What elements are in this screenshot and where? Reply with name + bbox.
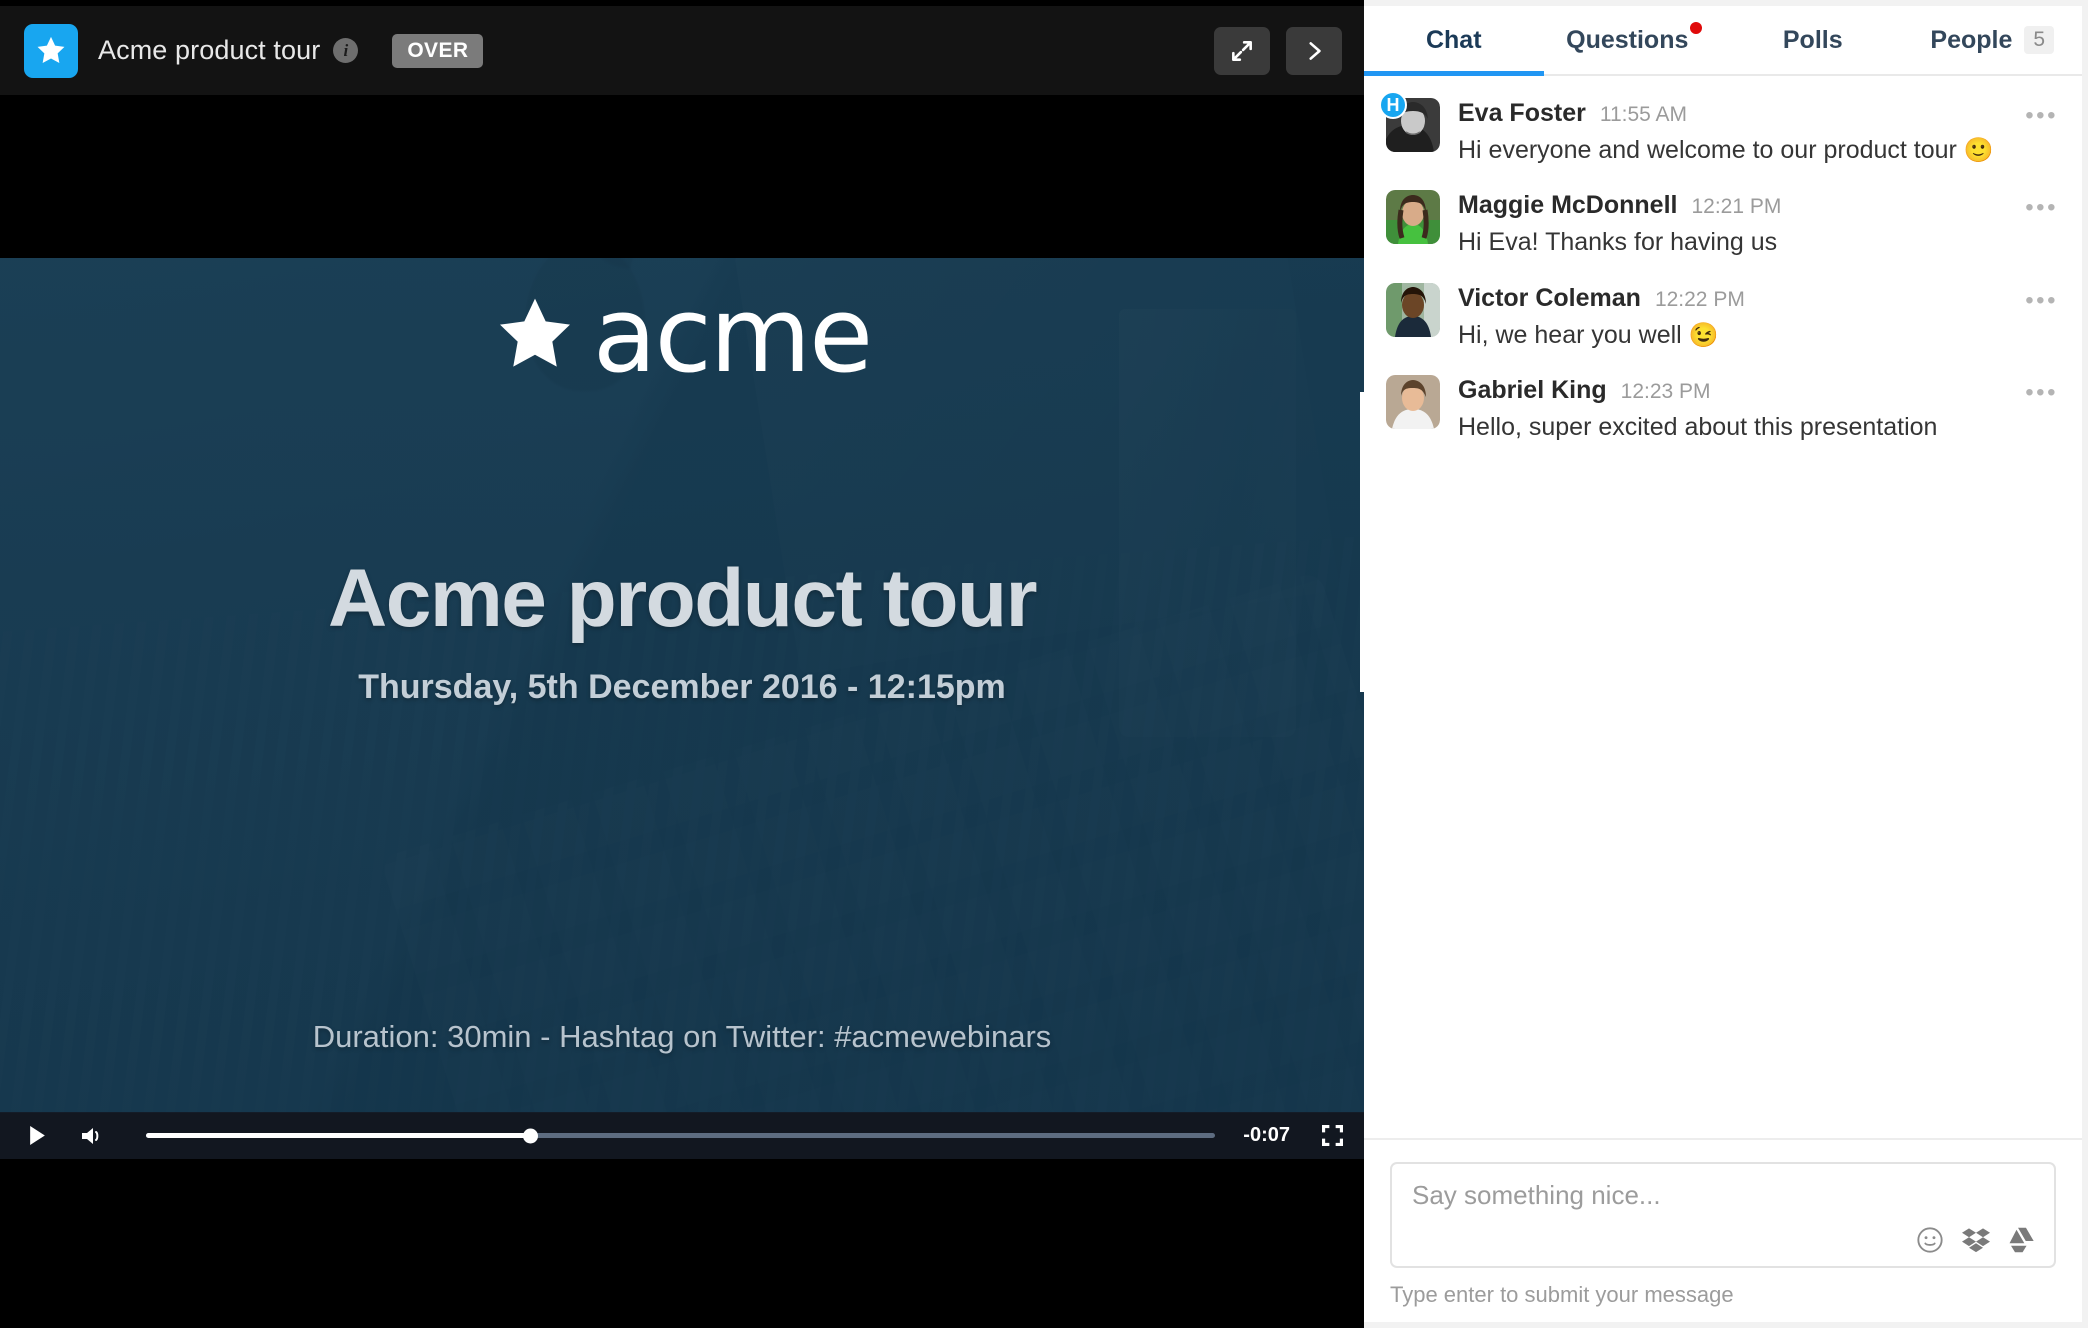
avatar: [1386, 374, 1440, 429]
progress-handle[interactable]: [523, 1128, 539, 1143]
progress-fill: [146, 1133, 531, 1138]
avatar: [1386, 190, 1440, 245]
message-options-icon[interactable]: •••: [2025, 104, 2058, 128]
slide-subtitle: Thursday, 5th December 2016 - 12:15pm: [358, 668, 1006, 706]
message-emoji: 😉: [1688, 321, 1719, 349]
side-panel: Chat Questions Polls People 5 H Eva Fost…: [1364, 6, 2082, 1322]
composer[interactable]: [1390, 1162, 2056, 1268]
presentation-slide[interactable]: acme Acme product tour Thursday, 5th Dec…: [0, 258, 1364, 1113]
tab-people-label: People: [1930, 25, 2013, 54]
message-body: Victor Coleman 12:22 PM Hi, we hear you …: [1458, 283, 2056, 351]
tab-polls-label: Polls: [1782, 25, 1843, 54]
play-icon: [29, 1126, 45, 1145]
message-input[interactable]: [1412, 1180, 2034, 1211]
player-controls: -0:07: [0, 1112, 1364, 1159]
avatar-wrap: [1386, 282, 1440, 351]
chat-message: Gabriel King 12:23 PM Hello, super excit…: [1364, 363, 2082, 455]
message-text-content: Hi Eva! Thanks for having us: [1458, 228, 1778, 257]
chevron-right-icon: [1309, 41, 1321, 60]
progress-bar[interactable]: [146, 1128, 1216, 1143]
info-icon[interactable]: i: [333, 38, 359, 63]
message-header: Victor Coleman 12:22 PM: [1458, 284, 2056, 313]
volume-icon: [82, 1127, 99, 1144]
video-stage: Acme product tour i OVER acme Acme produ…: [0, 0, 1364, 1328]
message-text: Hello, super excited about this presenta…: [1458, 412, 2056, 443]
chat-message-list[interactable]: H Eva Foster 11:55 AM Hi everyone and we…: [1364, 76, 2082, 1138]
message-options-icon[interactable]: •••: [2025, 196, 2058, 220]
slide-logo: acme: [493, 274, 873, 396]
dropbox-icon[interactable]: [1962, 1226, 1990, 1254]
star-icon: [24, 23, 78, 78]
status-badge: OVER: [392, 33, 484, 68]
message-header: Maggie McDonnell 12:21 PM: [1458, 191, 2056, 220]
message-author: Maggie McDonnell: [1458, 191, 1678, 220]
composer-icons: [1916, 1226, 2036, 1254]
chat-message: H Eva Foster 11:55 AM Hi everyone and we…: [1364, 86, 2082, 178]
google-drive-icon[interactable]: [2008, 1226, 2036, 1254]
unread-dot-icon: [1690, 22, 1703, 34]
fullscreen-icon: [1321, 1125, 1343, 1146]
message-text: Hi everyone and welcome to our product t…: [1458, 135, 2056, 166]
chat-message: Maggie McDonnell 12:21 PM Hi Eva! Thanks…: [1364, 178, 2082, 270]
message-body: Gabriel King 12:23 PM Hello, super excit…: [1458, 375, 2056, 443]
expand-icon: [1232, 40, 1252, 61]
message-author: Eva Foster: [1458, 99, 1586, 127]
composer-area: Type enter to submit your message: [1364, 1138, 2082, 1322]
message-text-content: Hello, super excited about this presenta…: [1458, 412, 1938, 441]
message-text: Hi Eva! Thanks for having us: [1458, 227, 2056, 258]
message-time: 12:22 PM: [1654, 287, 1745, 311]
panel-tabs: Chat Questions Polls People 5: [1364, 6, 2082, 76]
message-time: 12:21 PM: [1691, 195, 1782, 219]
message-time: 11:55 AM: [1599, 103, 1688, 126]
message-header: Gabriel King 12:23 PM: [1458, 376, 2056, 405]
webinar-app: Acme product tour i OVER acme Acme produ…: [0, 0, 2088, 1328]
message-text: Hi, we hear you well 😉: [1458, 320, 2056, 351]
video-scrollbar[interactable]: [1360, 392, 1364, 692]
message-body: Eva Foster 11:55 AM Hi everyone and welc…: [1458, 98, 2056, 166]
avatar: [1386, 282, 1440, 337]
fullscreen-button[interactable]: [1318, 1125, 1346, 1146]
letterbox-top: [0, 95, 1364, 258]
emoji-icon[interactable]: [1916, 1226, 1944, 1254]
next-slide-button[interactable]: [1286, 26, 1342, 75]
tab-polls[interactable]: Polls: [1723, 6, 1903, 74]
chat-message: Victor Coleman 12:22 PM Hi, we hear you …: [1364, 271, 2082, 363]
message-time: 12:23 PM: [1620, 379, 1711, 403]
play-button[interactable]: [20, 1125, 54, 1146]
avatar-wrap: [1386, 190, 1440, 258]
tab-chat[interactable]: Chat: [1364, 6, 1544, 76]
tab-questions[interactable]: Questions: [1544, 6, 1724, 74]
slide-logo-word: acme: [592, 274, 873, 396]
avatar-wrap: [1386, 374, 1440, 443]
message-emoji: 🙂: [1963, 137, 1994, 164]
webinar-title: Acme product tour: [98, 35, 321, 65]
message-options-icon[interactable]: •••: [2025, 288, 2058, 313]
message-author: Victor Coleman: [1458, 283, 1641, 312]
webinar-header: Acme product tour i OVER: [0, 6, 1364, 95]
time-remaining: -0:07: [1243, 1124, 1290, 1146]
message-text-content: Hi, we hear you well: [1458, 320, 1689, 349]
slide-title: Acme product tour: [328, 553, 1037, 644]
message-author: Gabriel King: [1458, 375, 1607, 404]
star-icon: [499, 298, 570, 367]
tab-people[interactable]: People 5: [1903, 6, 2083, 74]
tab-chat-label: Chat: [1425, 25, 1482, 54]
message-body: Maggie McDonnell 12:21 PM Hi Eva! Thanks…: [1458, 190, 2056, 258]
people-count-badge: 5: [2024, 26, 2055, 54]
message-options-icon[interactable]: •••: [2025, 380, 2058, 405]
volume-button[interactable]: [74, 1125, 112, 1147]
message-text-content: Hi everyone and welcome to our product t…: [1458, 136, 1964, 164]
avatar-wrap: H: [1379, 91, 1440, 166]
slide-content: acme Acme product tour Thursday, 5th Dec…: [0, 258, 1364, 1113]
expand-button[interactable]: [1214, 26, 1270, 75]
composer-hint: Type enter to submit your message: [1390, 1282, 1734, 1307]
tab-questions-label: Questions: [1566, 25, 1689, 54]
message-header: Eva Foster 11:55 AM: [1458, 99, 2056, 128]
host-badge: H: [1379, 91, 1407, 119]
